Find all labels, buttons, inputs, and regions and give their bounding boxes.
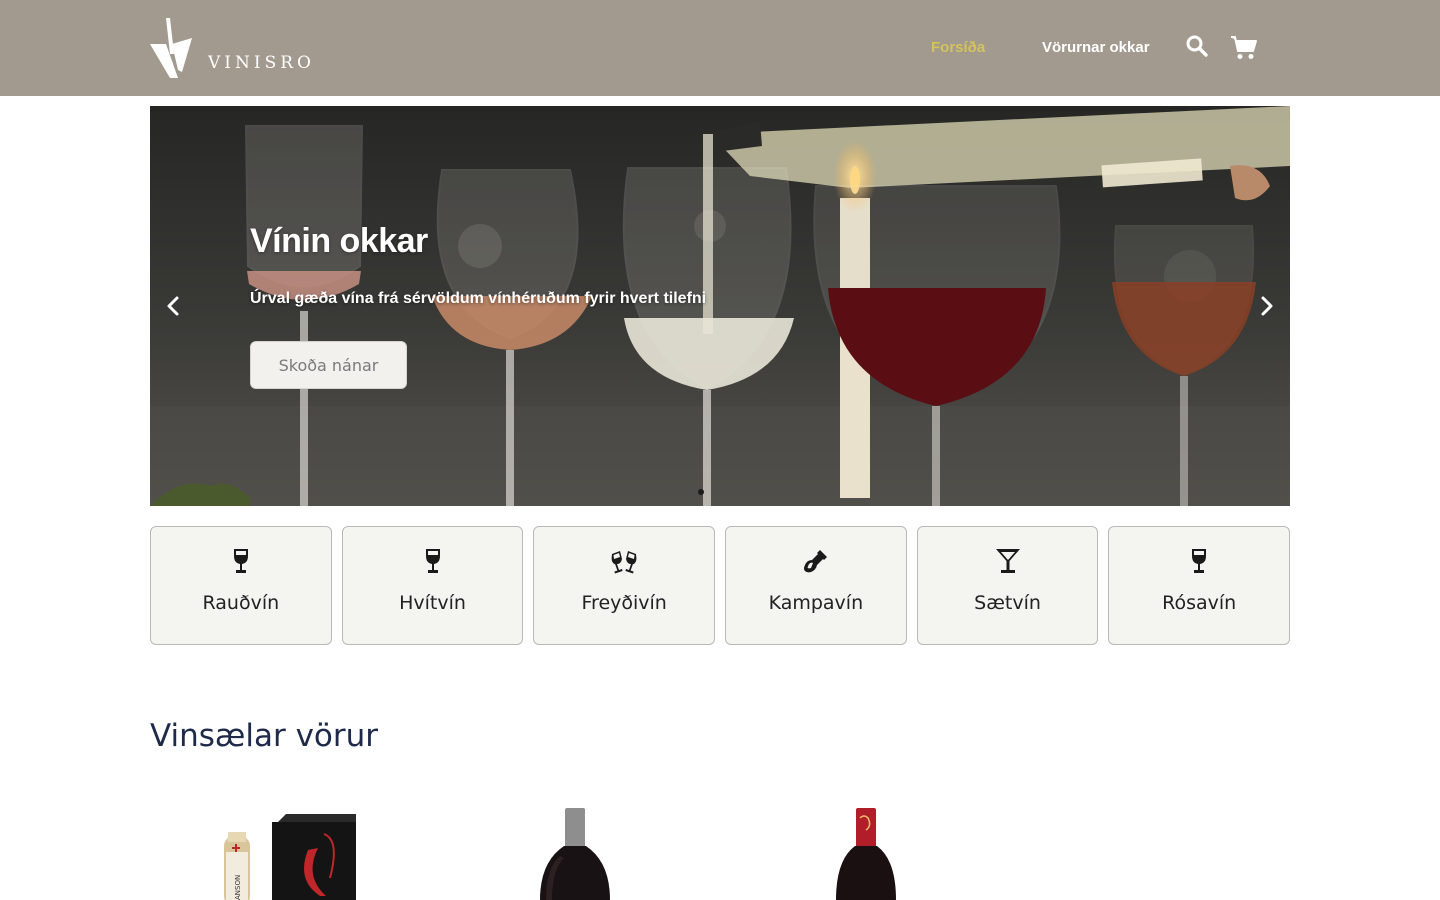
popular-products-heading: Vinsælar vörur	[150, 718, 379, 754]
category-label: Kampavín	[768, 592, 864, 614]
product-image	[540, 808, 610, 900]
category-card-freydivin[interactable]: Freyðivín	[533, 526, 716, 645]
category-label: Rósavín	[1162, 592, 1237, 614]
search-button[interactable]	[1185, 34, 1209, 58]
cart-button[interactable]	[1230, 35, 1258, 61]
glasses-cheers-icon	[610, 547, 638, 575]
product-label-mark: ANSON	[234, 875, 242, 900]
category-card-saetvin[interactable]: Sætvín	[916, 526, 1099, 645]
search-icon	[1186, 35, 1208, 57]
product-card-red-wine-1[interactable]	[500, 800, 680, 900]
category-card-kampavin[interactable]: Kampavín	[725, 526, 907, 645]
product-card-champagne[interactable]: ANSON	[200, 800, 380, 900]
category-grid: Rauðvín Hvítvín Freyðivín Kampavín Sætví…	[150, 526, 1291, 645]
chevron-right-icon	[1261, 296, 1273, 316]
wine-glass-icon	[227, 547, 255, 575]
carousel-prev-button[interactable]	[160, 293, 186, 319]
martini-glass-icon	[994, 547, 1022, 575]
category-card-rosavin[interactable]: Rósavín	[1108, 526, 1291, 645]
category-label: Rauðvín	[202, 592, 280, 614]
site-header: VINISRO Forsíða Vörurnar okkar	[0, 0, 1440, 96]
nav-link-products[interactable]: Vörurnar okkar	[1042, 39, 1150, 56]
product-card-red-wine-2[interactable]	[790, 800, 970, 900]
wine-glass-icon	[419, 547, 447, 575]
brand-logo[interactable]: VINISRO	[148, 14, 315, 82]
hero-title: Vínin okkar	[250, 222, 428, 260]
category-card-hvitvin[interactable]: Hvítvín	[341, 526, 524, 645]
category-label: Freyðivín	[581, 592, 667, 614]
hero-cta-button[interactable]: Skoða nánar	[250, 341, 407, 389]
carousel-indicator-dot[interactable]	[698, 489, 704, 495]
category-card-raudvin[interactable]: Rauðvín	[150, 526, 332, 645]
category-label: Hvítvín	[399, 592, 466, 614]
category-label: Sætvín	[974, 592, 1041, 614]
logo-mark-icon	[150, 18, 192, 78]
chevron-left-icon	[167, 296, 179, 316]
carousel-next-button[interactable]	[1254, 293, 1280, 319]
hero-carousel: Vínin okkar Úrval gæða vína frá sérvöldu…	[150, 106, 1290, 506]
champagne-bottle-icon	[802, 547, 830, 575]
product-image	[836, 808, 896, 900]
product-image: ANSON	[224, 814, 356, 900]
cart-icon	[1231, 36, 1257, 59]
nav-link-home[interactable]: Forsíða	[931, 39, 985, 56]
brand-name: VINISRO	[208, 53, 315, 73]
wine-glass-icon	[1185, 547, 1213, 575]
hero-subtitle: Úrval gæða vína frá sérvöldum vínhéruðum…	[250, 290, 707, 307]
